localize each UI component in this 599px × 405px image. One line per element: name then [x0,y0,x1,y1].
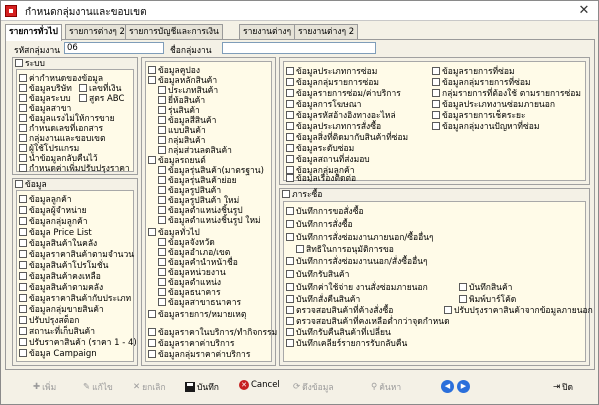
delete-icon: ✕ [133,382,141,392]
purchase-group-checkbox[interactable] [282,189,290,198]
cancel-button[interactable]: ✕ Cancel [239,380,280,390]
group-name-label: ชื่อกลุ่มงาน [170,46,212,56]
list-item[interactable]: บันทึกการสั่งซื้อ [286,217,353,231]
window: กำหนดกลุ่มงานและขอบเขต ✕ รายการทั่วไป รา… [0,0,599,405]
group-code-input[interactable] [64,42,164,54]
delete-button[interactable]: ✕ ยกเลิก [133,380,166,394]
products-panel: ข้อมูลคูปอง ข้อมูลหลักสินค้า ประเภทสินค้… [145,61,277,362]
products-group: ข้อมูลคูปอง ข้อมูลหลักสินค้า ประเภทสินค้… [141,57,277,366]
data-group-label: ข้อมูล [25,179,47,190]
purchase-group-label: ภาระซื้อ [292,189,323,200]
list-item[interactable]: ข้อมูลเรื่องติดต่อ [286,173,356,182]
list-item[interactable]: บันทึกเคลียร์รายการรับกลับคืน [286,336,407,350]
list-item[interactable]: ข้อมูลกลุ่มงานปัญหาที่ซ่อม [432,119,540,133]
tab-reports-2[interactable]: รายงานต่างๆ 2 [294,24,359,40]
list-item[interactable]: ข้อมูล Campaign [19,346,97,360]
group-name-input[interactable] [222,42,376,54]
purchase-group: ภาระซื้อ บันทึกการขอสั่งซื้อ บันทึกการสั… [279,188,593,366]
list-item[interactable]: บันทึกการสั่งซ่อมงานนอก/สั่งซื้ออื่นๆ [286,254,428,268]
add-button[interactable]: ✚ เพิ่ม [33,380,56,394]
system-group-label: ระบบ [25,58,45,69]
tab-content: รหัสกลุ่มงาน ชื่อกลุ่มงาน ระบบ ค่ากำหนดข… [5,39,595,370]
service-group: ข้อมูลประเภทการซ่อม ข้อมูลกลุ่มรายการซ่อ… [279,57,590,185]
edit-button[interactable]: ✎ แก้ไข [83,380,113,394]
data-group-caption: ข้อมูล [15,178,47,190]
system-group: ระบบ ค่ากำหนดของข้อมูล ข้อมูลบริษัท เลขท… [12,57,138,175]
exit-icon: ⇥ [553,382,561,392]
data-group: ข้อมูล ข้อมูลลูกค้า ข้อมูลผู้จำหน่าย ข้อ… [12,178,138,366]
system-group-caption: ระบบ [15,57,45,69]
edit-icon: ✎ [83,382,91,392]
purchase-group-caption: ภาระซื้อ [282,188,323,200]
next-record-button[interactable]: ▶ [457,380,470,393]
tab-bar: รายการทั่วไป รายการต่างๆ 2 รายการบัญชีแล… [5,24,595,41]
list-item[interactable]: บันทึกรับสินค้า [286,267,349,281]
data-group-checkbox[interactable] [15,179,23,188]
service-panel: ข้อมูลประเภทการซ่อม ข้อมูลกลุ่มรายการซ่อ… [283,61,586,182]
list-item[interactable]: บันทึกการขอสั่งซื้อ [286,204,364,218]
search-button[interactable]: ⚲ ค้นหา [371,380,401,394]
close-button[interactable]: ⇥ ปิด [553,380,573,394]
previous-record-button[interactable]: ◀ [441,380,454,393]
tab-accounting[interactable]: รายการบัญชีและการเงิน [125,24,223,40]
bottom-toolbar: ✚ เพิ่ม ✎ แก้ไข ✕ ยกเลิก บันทึก ✕ Cancel… [5,374,595,402]
binoculars-icon: ⚲ [371,382,378,392]
purchase-panel: บันทึกการขอสั่งซื้อ บันทึกการสั่งซื้อ บั… [283,201,593,362]
list-item[interactable]: ข้อมูลรายการ/หมายเหตุ [148,307,246,321]
save-icon [185,382,195,392]
tab-general[interactable]: รายการทั่วไป [5,24,62,41]
tab-items-2[interactable]: รายการต่างๆ 2 [65,24,129,40]
app-icon [5,5,17,17]
refresh-icon: ⟳ [293,382,301,392]
list-item[interactable]: สูตร ABC [79,91,124,105]
close-window-button[interactable]: ✕ [576,3,592,19]
title-bar: กำหนดกลุ่มงานและขอบเขต ✕ [1,1,598,21]
cancel-icon: ✕ [239,380,249,390]
list-item[interactable]: ข้อมูลกลุ่มราคาค่าบริการ [148,347,250,361]
data-panel: ข้อมูลลูกค้า ข้อมูลผู้จำหน่าย ข้อมูลกลุ่… [16,190,137,362]
tab-reports[interactable]: รายงานต่างๆ [239,24,296,40]
system-panel: ค่ากำหนดของข้อมูล ข้อมูลบริษัท เลขที่เงิ… [16,69,134,175]
save-button[interactable]: บันทึก [185,380,219,394]
refresh-button[interactable]: ⟳ ดึงข้อมูล [293,380,334,394]
list-item[interactable]: กำหนดค่าเพิ่มปรับปรุงราคา [19,161,130,175]
window-title: กำหนดกลุ่มงานและขอบเขต [25,7,147,18]
add-icon: ✚ [33,382,41,392]
list-item[interactable]: ปรับปรุงราคาสินค้าจากข้อมูลภายนอก [444,303,593,317]
system-group-checkbox[interactable] [15,58,23,67]
